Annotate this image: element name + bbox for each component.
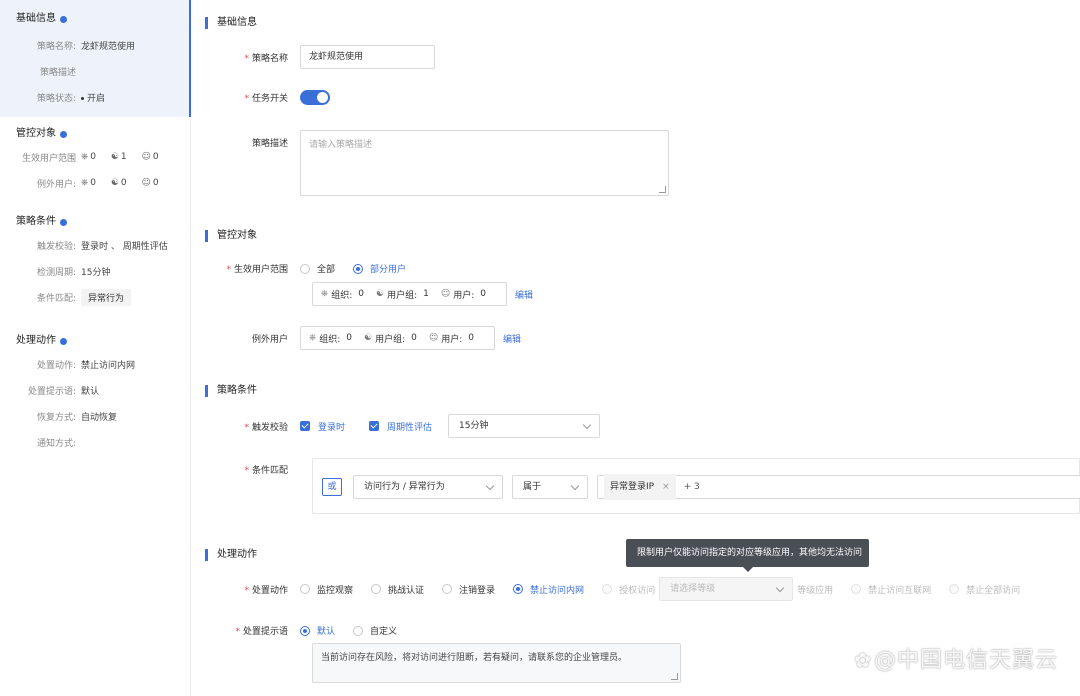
sidebar-section-conditions[interactable]: 策略条件 触发校验: 登录时 、 周期性评估 检测周期: 15分钟 条件匹配: 异常行…	[0, 212, 190, 310]
edit-exclude-link[interactable]: 编辑	[503, 332, 521, 345]
sidebar-row: 通知方式:	[36, 438, 76, 449]
info-icon	[60, 337, 67, 345]
action-radio-authorize[interactable]: 授权访问	[602, 583, 655, 596]
sidebar-section-title: 策略条件	[16, 216, 56, 227]
sidebar-row: 恢复方式: 自动恢复	[36, 412, 118, 423]
user-group-icon: ☯	[110, 152, 119, 162]
form-row-switch: * 任务开关	[192, 90, 330, 105]
sidebar-section-target[interactable]: 管控对象 生效用户范围 ⎈ 0 ☯ 1 ☺ 0 例外用户: ⎈ 0 ☯ 0 ☺ 0	[0, 124, 190, 196]
status-dot-icon	[81, 96, 84, 100]
condition-operator-select[interactable]: 属于	[512, 475, 588, 499]
form-row-name: * 策略名称 龙虾规范使用	[192, 45, 435, 69]
condition-value-tag: 异常登录IP ×	[604, 474, 676, 500]
close-icon[interactable]: ×	[662, 476, 670, 498]
section-title-target: 管控对象	[205, 229, 257, 243]
policy-description-textarea[interactable]: 请输入策略描述	[300, 130, 669, 196]
paw-icon: ✿	[854, 648, 872, 672]
sidebar-row: 策略状态: 开启	[36, 93, 106, 104]
form-row-prompt: * 处置提示语 默认 自定义	[192, 624, 415, 637]
user-icon: ☺	[428, 333, 439, 343]
user-icon: ☺	[141, 178, 151, 188]
effective-stats-box: ⎈ 组织: 0 ☯ 用户组: 1 ☺ 用户: 0	[312, 282, 507, 306]
more-values-count[interactable]: + 3	[684, 476, 700, 498]
form-row-desc: 策略描述 请输入策略描述	[192, 130, 669, 196]
sidebar-row: 例外用户: ⎈ 0 ☯ 0 ☺ 0	[36, 178, 159, 190]
chevron-down-icon	[485, 481, 495, 491]
sidebar-row: 策略描述	[39, 67, 76, 78]
sidebar-section-actions[interactable]: 处理动作 处置动作: 禁止访问内网 处置提示语: 默认 恢复方式: 自动恢复 通知方式…	[0, 331, 190, 455]
form-row-trigger: * 触发校验 登录时 周期性评估 15分钟	[192, 414, 601, 438]
action-radio-logout[interactable]: 注销登录	[442, 583, 495, 596]
sidebar-row: 策略名称: 龙虾规范使用	[36, 41, 136, 52]
sidebar-row: 检测周期: 15分钟	[36, 267, 111, 278]
condition-value-select[interactable]: 异常登录IP × + 3	[597, 474, 1080, 500]
level-select[interactable]: 请选择等级	[659, 577, 794, 601]
trigger-checkbox-periodic[interactable]: 周期性评估	[369, 420, 432, 433]
user-icon: ☺	[440, 289, 451, 299]
scope-radio-partial[interactable]: 部分用户	[353, 262, 406, 275]
org-icon: ⎈	[81, 178, 89, 188]
edit-effective-link[interactable]: 编辑	[515, 288, 533, 301]
level-suffix-label: 等级应用	[797, 585, 834, 596]
section-title-actions: 处理动作	[205, 548, 257, 562]
scope-radio-all[interactable]: 全部	[300, 262, 335, 275]
condition-tag: 异常行为	[81, 288, 132, 306]
tooltip: 限制用户仅能访问指定的对应等级应用，其他均无法访问	[626, 539, 869, 572]
form-row-match-label: * 条件匹配	[244, 466, 288, 476]
form-row-scope: * 生效用户范围 全部 部分用户	[192, 262, 424, 275]
sidebar-row: 条件匹配: 异常行为	[16, 284, 190, 310]
info-icon	[60, 130, 67, 138]
policy-name-input[interactable]: 龙虾规范使用	[300, 45, 435, 69]
sidebar-section-title: 管控对象	[16, 128, 56, 139]
section-title-conditions: 策略条件	[205, 384, 257, 398]
user-group-icon: ☯	[375, 289, 385, 299]
sidebar-section-title: 处理动作	[16, 335, 56, 346]
logic-or-badge[interactable]: 或	[322, 478, 342, 496]
org-icon: ⎈	[81, 152, 89, 162]
prompt-radio-custom[interactable]: 自定义	[353, 624, 397, 637]
chevron-down-icon	[570, 481, 580, 491]
info-icon	[60, 218, 67, 226]
effective-stats-row: ⎈ 组织: 0 ☯ 用户组: 1 ☺ 用户: 0 编辑	[312, 282, 533, 306]
info-icon	[60, 15, 67, 23]
action-radio-challenge[interactable]: 挑战认证	[371, 583, 424, 596]
condition-match-box: 或 访问行为 / 异常行为 属于 异常登录IP × + 3	[312, 458, 1080, 514]
task-toggle-switch[interactable]	[300, 90, 330, 105]
trigger-checkbox-login[interactable]: 登录时	[300, 420, 345, 433]
action-radio-block-internet[interactable]: 禁止访问互联网	[851, 583, 931, 596]
summary-sidebar: 基础信息 策略名称: 龙虾规范使用 策略描述 策略状态: 开启 管控对象 生效用户范…	[0, 0, 191, 696]
condition-field-select[interactable]: 访问行为 / 异常行为	[353, 475, 503, 499]
sidebar-row: 处置提示语: 默认	[27, 386, 100, 397]
prompt-radio-default[interactable]: 默认	[300, 624, 335, 637]
chevron-down-icon	[582, 420, 592, 430]
watermark: ✿@中国电信天翼云	[854, 648, 1058, 673]
chevron-down-icon	[775, 583, 785, 593]
org-icon: ⎈	[309, 333, 317, 343]
prompt-message-textarea[interactable]: 当前访问存在风险，将对访问进行阻断，若有疑问，请联系您的企业管理员。	[312, 643, 681, 683]
sidebar-row: 触发校验: 登录时 、 周期性评估	[36, 241, 168, 252]
sidebar-section-title: 基础信息	[16, 13, 56, 24]
user-icon: ☺	[141, 152, 151, 162]
action-radio-block-intranet[interactable]: 禁止访问内网	[513, 583, 584, 596]
action-radio-monitor[interactable]: 监控观察	[300, 583, 353, 596]
action-radio-block-all[interactable]: 禁止全部访问	[949, 583, 1020, 596]
exclude-stats-box: ⎈ 组织: 0 ☯ 用户组: 0 ☺ 用户: 0	[300, 326, 495, 350]
sidebar-section-basic[interactable]: 基础信息 策略名称: 龙虾规范使用 策略描述 策略状态: 开启	[0, 0, 191, 117]
user-group-icon: ☯	[110, 178, 119, 188]
user-group-icon: ☯	[363, 333, 373, 343]
policy-form: 基础信息 * 策略名称 龙虾规范使用 * 任务开关 策略描述 请输入策略描述 管控对…	[192, 0, 1080, 696]
org-icon: ⎈	[321, 289, 329, 299]
section-title-basic: 基础信息	[205, 16, 257, 30]
sidebar-row: 生效用户范围 ⎈ 0 ☯ 1 ☺ 0	[21, 152, 159, 164]
form-row-exclude: 例外用户 ⎈ 组织: 0 ☯ 用户组: 0 ☺ 用户: 0 编辑	[192, 326, 521, 350]
form-row-action: * 处置动作 监控观察 挑战认证 注销登录 禁止访问内网 授权访问 请选择等级 等…	[192, 577, 1020, 601]
sidebar-row: 处置动作: 禁止访问内网	[36, 360, 136, 371]
period-select[interactable]: 15分钟	[448, 414, 601, 438]
